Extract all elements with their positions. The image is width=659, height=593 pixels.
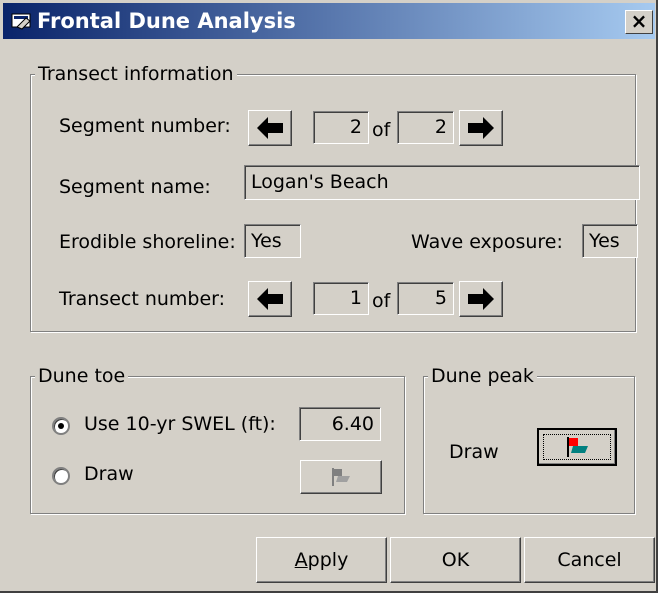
- transect-info-label: Transect information: [35, 63, 237, 85]
- arrow-left-icon: [257, 288, 283, 310]
- arrow-right-icon: [468, 117, 494, 139]
- apply-label: pply: [307, 549, 349, 571]
- segment-of-label: of: [372, 119, 391, 141]
- radio-selected-dot: [58, 423, 64, 429]
- segment-name-field: Logan's Beach: [244, 165, 640, 200]
- dune-peak-label: Dune peak: [428, 365, 537, 387]
- draw-toe-label[interactable]: Draw: [84, 463, 134, 485]
- draw-peak-button[interactable]: [537, 428, 617, 466]
- apply-mnemonic: A: [294, 549, 308, 571]
- apply-button[interactable]: Apply: [256, 537, 387, 583]
- segment-number-label: Segment number:: [59, 115, 231, 137]
- swel-value-field: 6.40: [299, 407, 381, 441]
- draw-toe-button[interactable]: [300, 460, 382, 494]
- wave-exposure-label: Wave exposure:: [411, 231, 563, 253]
- transect-current-field: 1: [313, 282, 369, 315]
- use-swel-label[interactable]: Use 10-yr SWEL (ft):: [84, 413, 276, 435]
- segment-current-field: 2: [313, 111, 369, 144]
- arrow-right-icon: [468, 288, 494, 310]
- transect-prev-button[interactable]: [248, 281, 292, 317]
- close-button[interactable]: ×: [625, 10, 653, 34]
- transect-of-label: of: [372, 290, 391, 312]
- segment-next-button[interactable]: [459, 110, 503, 146]
- erodible-shoreline-label: Erodible shoreline:: [59, 231, 236, 253]
- flag-icon: [332, 468, 350, 486]
- draw-toe-radio[interactable]: [52, 467, 70, 485]
- dialog-window: Frontal Dune Analysis × Transect informa…: [0, 0, 658, 593]
- cancel-button[interactable]: Cancel: [524, 537, 655, 583]
- transect-total-field: 5: [397, 282, 454, 315]
- transect-number-label: Transect number:: [59, 288, 226, 310]
- draw-peak-label: Draw: [449, 441, 499, 463]
- ok-button[interactable]: OK: [390, 537, 521, 583]
- title-bar: Frontal Dune Analysis ×: [3, 3, 655, 39]
- flag-icon: [567, 437, 588, 457]
- transect-next-button[interactable]: [459, 281, 503, 317]
- use-swel-radio[interactable]: [52, 417, 70, 435]
- window-title: Frontal Dune Analysis: [37, 9, 296, 33]
- arrow-left-icon: [257, 117, 283, 139]
- erodible-shoreline-field: Yes: [244, 224, 301, 258]
- wave-exposure-field: Yes: [582, 224, 638, 258]
- segment-name-label: Segment name:: [59, 176, 211, 198]
- segment-total-field: 2: [397, 111, 454, 144]
- dune-toe-label: Dune toe: [35, 365, 129, 387]
- segment-prev-button[interactable]: [248, 110, 292, 146]
- app-icon: [11, 13, 31, 30]
